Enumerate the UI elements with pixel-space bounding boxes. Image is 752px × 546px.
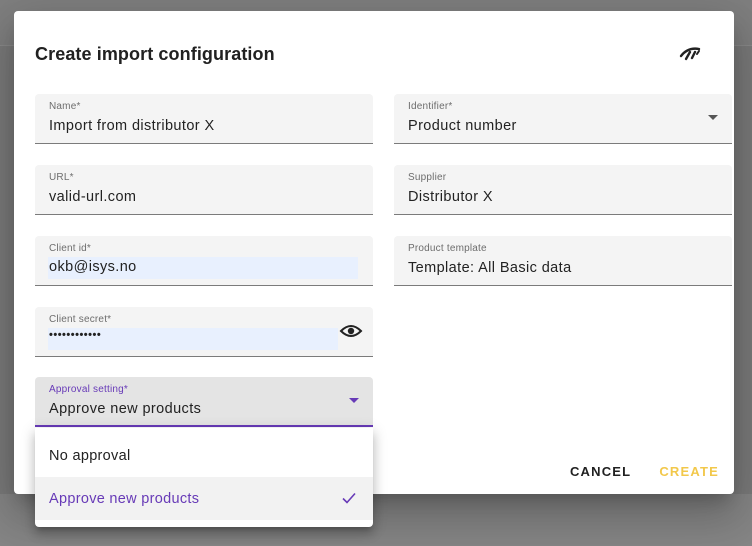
option-no-approval[interactable]: No approval bbox=[35, 434, 373, 477]
checkmark-icon bbox=[341, 490, 357, 506]
client-id-input[interactable]: okb@isys.no bbox=[49, 259, 137, 275]
eye-icon[interactable] bbox=[339, 321, 363, 341]
dropdown-arrow-icon[interactable] bbox=[349, 398, 359, 403]
supplier-field[interactable]: Supplier Distributor X bbox=[394, 165, 732, 215]
cancel-button[interactable]: CANCEL bbox=[570, 464, 631, 479]
product-template-field[interactable]: Product template Template: All Basic dat… bbox=[394, 236, 732, 286]
create-import-dialog: Create import configuration Name* Import… bbox=[14, 11, 734, 494]
supplier-input[interactable]: Distributor X bbox=[408, 189, 493, 205]
name-input[interactable]: Import from distributor X bbox=[49, 118, 215, 134]
identifier-label: Identifier* bbox=[408, 101, 453, 112]
dropdown-arrow-icon[interactable] bbox=[708, 115, 718, 120]
dialog-actions: CANCEL CREATE bbox=[570, 464, 719, 479]
dialog-title: Create import configuration bbox=[35, 44, 275, 64]
name-field[interactable]: Name* Import from distributor X bbox=[35, 94, 373, 144]
identifier-value: Product number bbox=[408, 118, 517, 134]
option-label: No approval bbox=[49, 447, 131, 464]
url-field[interactable]: URL* valid-url.com bbox=[35, 165, 373, 215]
approval-setting-label: Approval setting* bbox=[49, 384, 129, 395]
url-label: URL* bbox=[49, 172, 74, 183]
client-id-label: Client id* bbox=[49, 243, 92, 254]
approval-options-panel: No approval Approve new products bbox=[35, 428, 373, 527]
sync-signal-icon[interactable] bbox=[677, 42, 703, 64]
url-input[interactable]: valid-url.com bbox=[49, 189, 136, 205]
name-label: Name* bbox=[49, 101, 81, 112]
approval-setting-select[interactable]: Approval setting* Approve new products bbox=[35, 377, 373, 427]
option-label: Approve new products bbox=[49, 490, 200, 507]
client-secret-label: Client secret* bbox=[49, 314, 112, 325]
client-id-field[interactable]: Client id* okb@isys.no bbox=[35, 236, 373, 286]
create-button[interactable]: CREATE bbox=[659, 464, 719, 479]
client-secret-field[interactable]: Client secret* •••••••••••• bbox=[35, 307, 373, 357]
product-template-input[interactable]: Template: All Basic data bbox=[408, 260, 572, 276]
option-approve-new-products[interactable]: Approve new products bbox=[35, 477, 373, 520]
client-secret-input[interactable]: •••••••••••• bbox=[49, 329, 101, 341]
approval-setting-value: Approve new products bbox=[49, 401, 202, 417]
product-template-label: Product template bbox=[408, 243, 487, 254]
supplier-label: Supplier bbox=[408, 172, 447, 183]
identifier-select[interactable]: Identifier* Product number bbox=[394, 94, 732, 144]
